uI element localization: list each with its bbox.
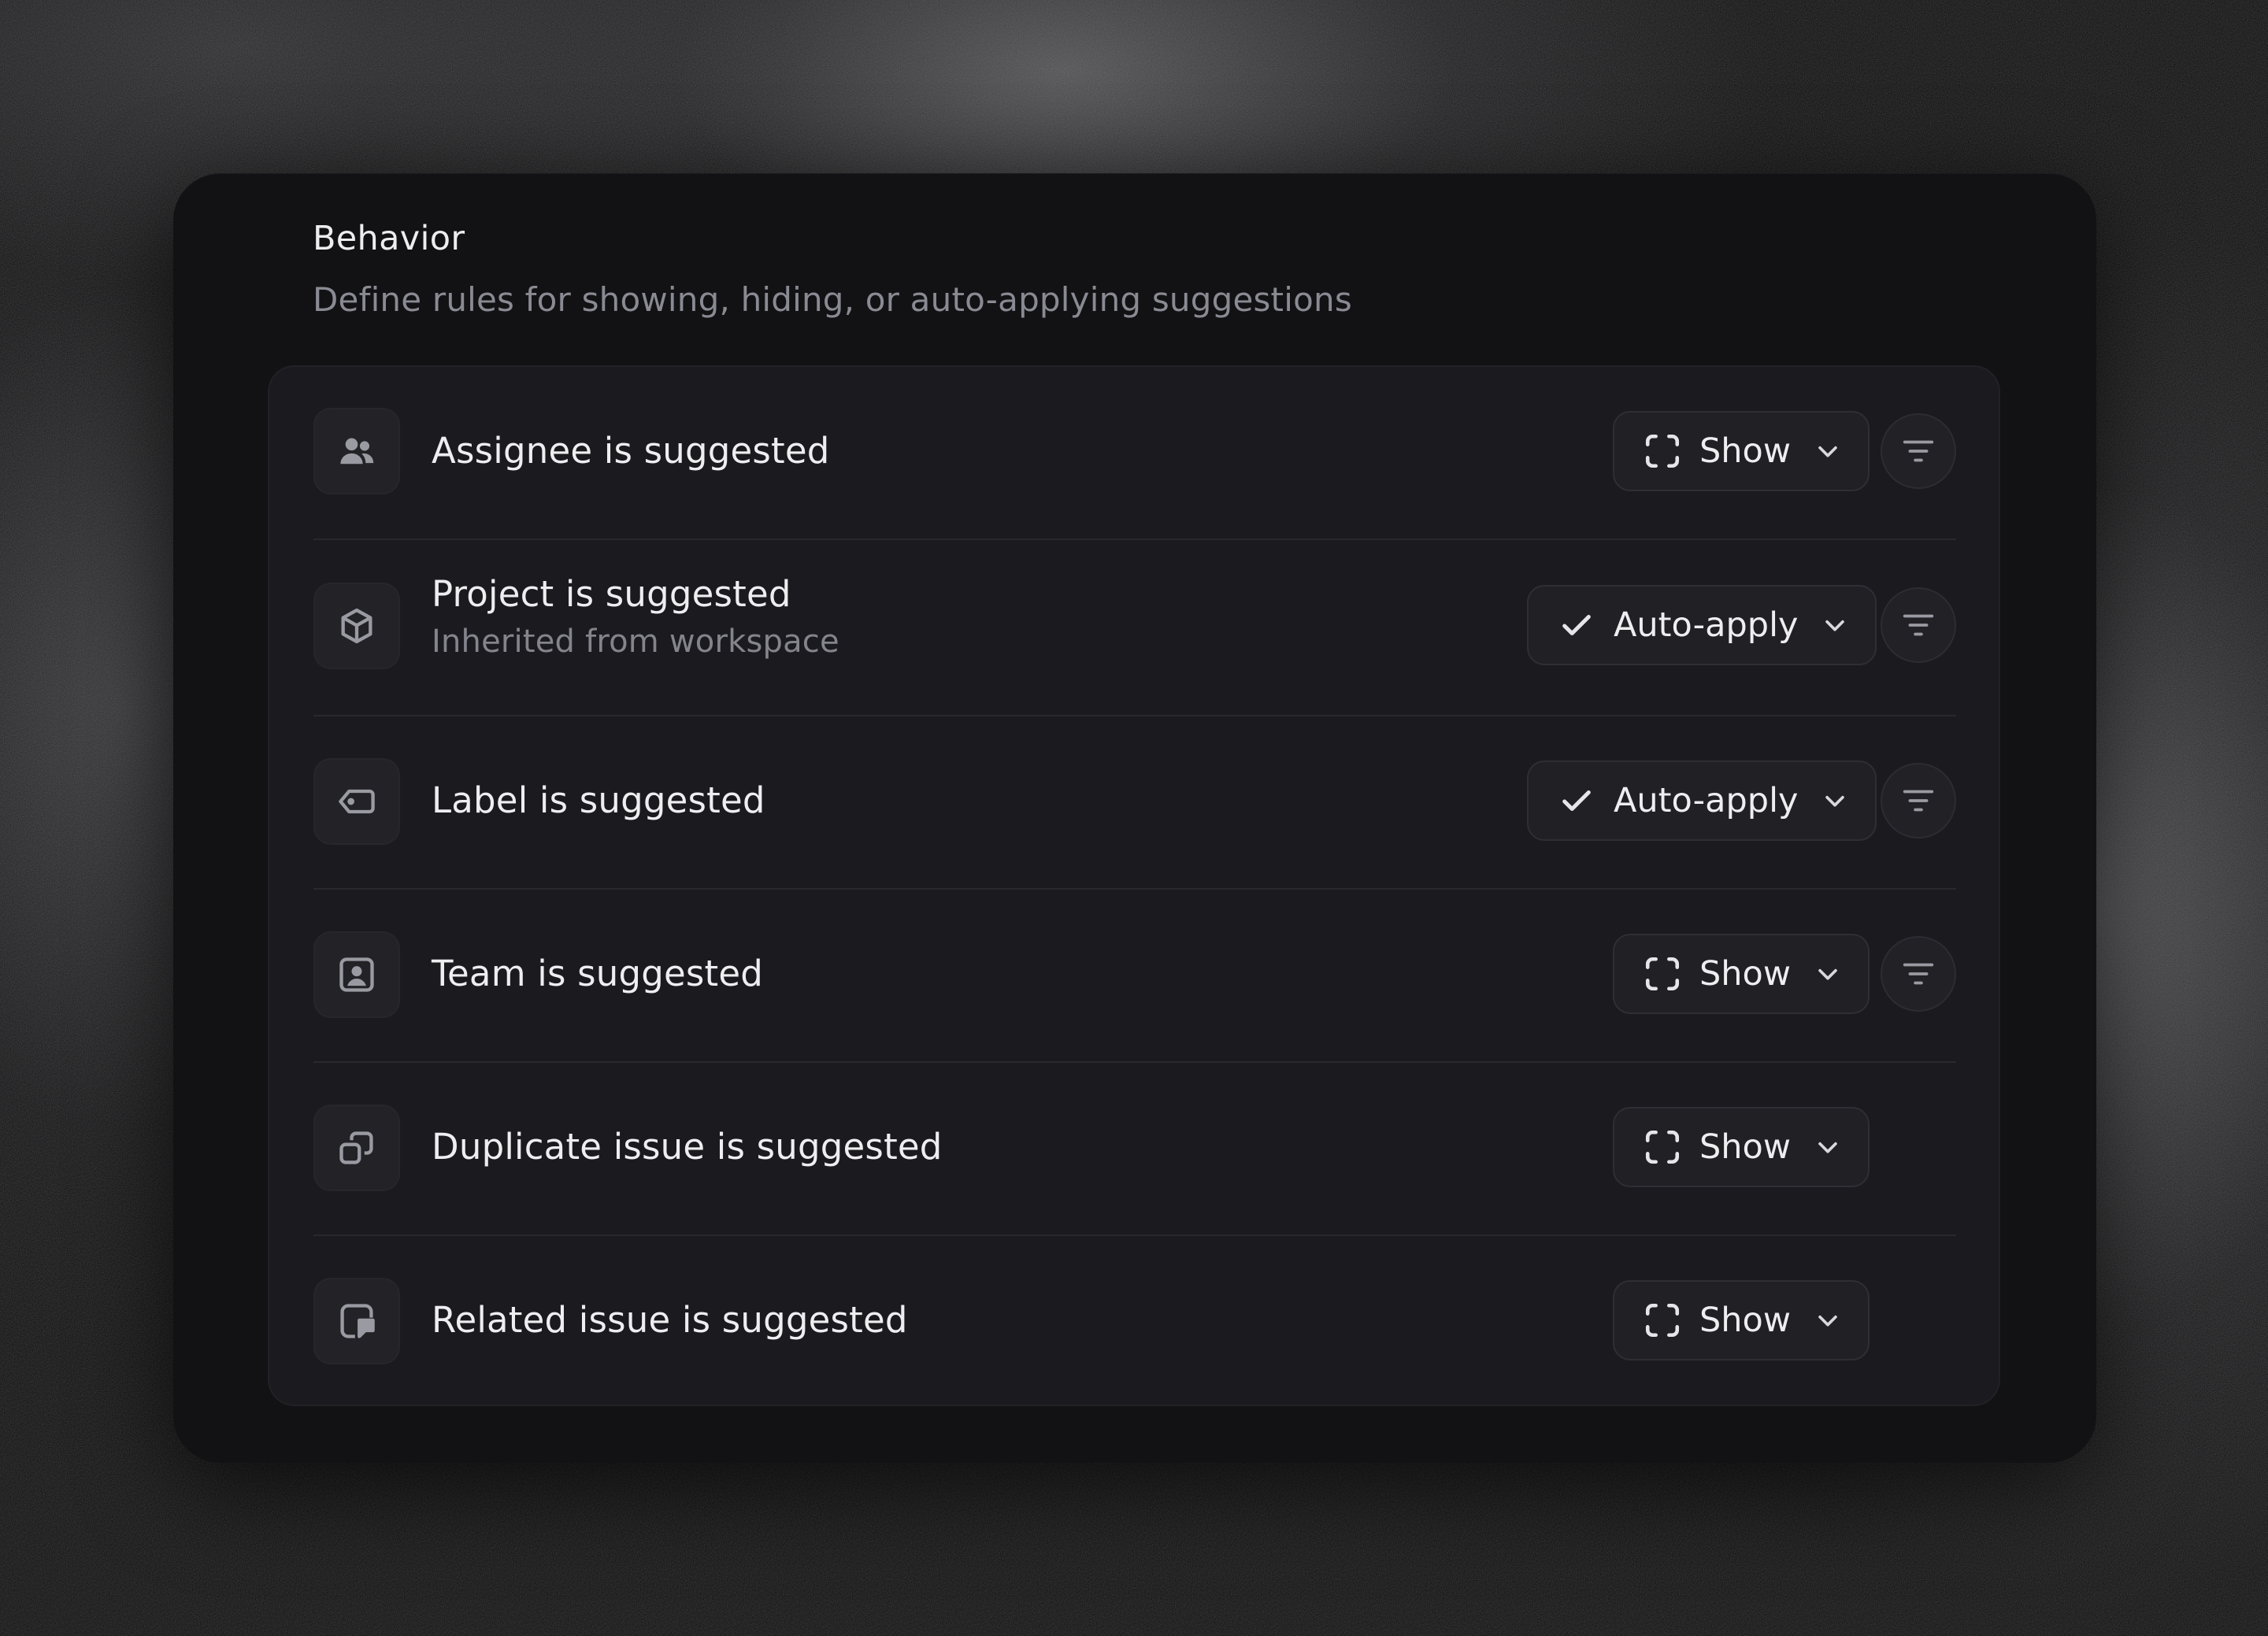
rule-label: Related issue is suggested <box>432 1299 908 1341</box>
rule-row-project: Project is suggested Inherited from work… <box>269 540 1999 715</box>
tag-icon <box>313 758 400 845</box>
mode-label: Show <box>1699 954 1792 994</box>
mode-dropdown-button[interactable]: Show <box>1613 1280 1870 1360</box>
chevron-down-icon <box>1814 961 1841 987</box>
mode-label: Auto-apply <box>1614 605 1799 645</box>
mode-dropdown-button[interactable]: Auto-apply <box>1527 585 1877 665</box>
mode-label: Auto-apply <box>1614 781 1799 820</box>
behavior-panel: Behavior Define rules for showing, hidin… <box>173 173 2096 1463</box>
rule-label: Project is suggested <box>432 573 791 615</box>
filter-button[interactable] <box>1881 587 1956 663</box>
check-icon <box>1557 605 1596 645</box>
mode-dropdown-button[interactable]: Auto-apply <box>1527 761 1877 841</box>
filter-icon <box>1903 440 1934 462</box>
mode-label: Show <box>1699 1301 1792 1340</box>
rule-row-duplicate-issue: Duplicate issue is suggested Show <box>269 1063 1999 1236</box>
dashed-square-icon <box>1643 431 1682 471</box>
mode-dropdown-button[interactable]: Show <box>1613 411 1870 491</box>
duplicate-icon <box>313 1105 400 1191</box>
users-icon <box>313 408 400 494</box>
rule-sublabel: Inherited from workspace <box>432 624 839 660</box>
mode-label: Show <box>1699 431 1792 471</box>
rule-label: Label is suggested <box>432 779 765 821</box>
filter-icon <box>1903 614 1934 636</box>
rule-row-assignee: Assignee is suggested Show <box>269 367 1999 540</box>
dashed-square-icon <box>1643 1301 1682 1340</box>
rule-row-related-issue: Related issue is suggested Show <box>269 1236 1999 1406</box>
chevron-down-icon <box>1814 438 1841 465</box>
team-badge-icon <box>313 931 400 1018</box>
filter-button[interactable] <box>1881 413 1956 489</box>
chevron-down-icon <box>1814 1134 1841 1160</box>
rule-row-label: Label is suggested Auto-apply <box>269 716 1999 890</box>
rule-row-team: Team is suggested Show <box>269 890 1999 1063</box>
chevron-down-icon <box>1814 1307 1841 1334</box>
suggestion-rules-list: Assignee is suggested Show Project is su… <box>268 365 2000 1406</box>
filter-button[interactable] <box>1881 936 1956 1012</box>
related-issue-icon <box>313 1278 400 1364</box>
chevron-down-icon <box>1821 787 1848 814</box>
panel-title: Behavior <box>313 219 465 258</box>
dashed-square-icon <box>1643 954 1682 994</box>
panel-subtitle: Define rules for showing, hiding, or aut… <box>313 280 1352 319</box>
mode-dropdown-button[interactable]: Show <box>1613 934 1870 1014</box>
rule-label: Duplicate issue is suggested <box>432 1126 943 1168</box>
filter-icon <box>1903 963 1934 985</box>
rule-label: Team is suggested <box>432 953 764 994</box>
check-icon <box>1557 781 1596 820</box>
mode-label: Show <box>1699 1127 1792 1167</box>
mode-dropdown-button[interactable]: Show <box>1613 1107 1870 1187</box>
rule-label: Assignee is suggested <box>432 430 830 472</box>
box-icon <box>313 583 400 669</box>
filter-button[interactable] <box>1881 763 1956 838</box>
chevron-down-icon <box>1821 612 1848 638</box>
dashed-square-icon <box>1643 1127 1682 1167</box>
filter-icon <box>1903 790 1934 812</box>
